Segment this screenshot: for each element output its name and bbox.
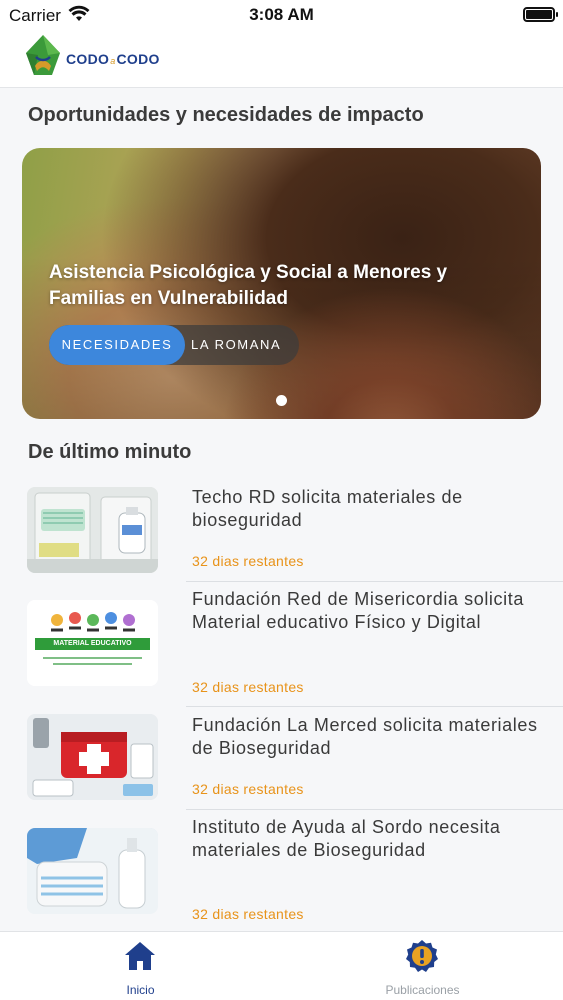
list-item[interactable]: Instituto de Ayuda al Sordo necesita mat… xyxy=(0,810,563,930)
list-item-title: Techo RD solicita materiales de biosegur… xyxy=(192,487,463,530)
list-item-deadline: 32 dias restantes xyxy=(192,781,304,797)
clock: 3:08 AM xyxy=(249,5,314,24)
alert-badge-icon xyxy=(406,940,438,972)
chip-location[interactable]: LA ROMANA xyxy=(191,325,281,365)
latest-title: De último minuto xyxy=(28,441,192,463)
list-item-title: Instituto de Ayuda al Sordo necesita mat… xyxy=(192,817,501,860)
list-item[interactable]: Fundación La Merced solicita materiales … xyxy=(0,707,563,810)
app-header: CODOaCODO xyxy=(0,30,563,88)
opportunity-carousel-card[interactable]: Asistencia Psicológica y Social a Menore… xyxy=(22,148,541,419)
tab-bar: Inicio Publicaciones xyxy=(0,931,563,1000)
tab-inicio[interactable]: Inicio xyxy=(0,932,281,1000)
list-item-deadline: 32 dias restantes xyxy=(192,553,304,569)
first-aid-kit-image xyxy=(27,714,158,800)
material-educativo-banner: MATERIAL EDUCATIVO xyxy=(53,640,132,647)
list-item-title: Fundación Red de Misericordia solicita M… xyxy=(192,589,524,632)
list-item[interactable]: MATERIAL EDUCATIVO Fundación Red de Mise… xyxy=(0,582,563,707)
tab-publicaciones[interactable]: Publicaciones xyxy=(282,932,563,1000)
list-item-deadline: 32 dias restantes xyxy=(192,679,304,695)
logo-word-left: CODO xyxy=(66,51,110,67)
logo-word-mid: a xyxy=(110,56,116,66)
tab-publicaciones-label: Publicaciones xyxy=(385,983,460,997)
tab-inicio-label: Inicio xyxy=(126,983,155,997)
carousel-chip-group: NECESIDADES LA ROMANA xyxy=(49,325,299,365)
material-educativo-image: MATERIAL EDUCATIVO xyxy=(27,600,158,686)
chip-type[interactable]: NECESIDADES xyxy=(49,325,185,365)
list-item-title: Fundación La Merced solicita materiales … xyxy=(192,715,538,758)
carousel-card-title: Asistencia Psicológica y Social a Menore… xyxy=(49,262,448,309)
list-item-deadline: 32 dias restantes xyxy=(192,906,304,922)
logo-wordmark: CODOaCODO xyxy=(66,51,160,67)
bioseguridad-kit-image xyxy=(27,487,158,573)
logo-word-right: CODO xyxy=(116,51,160,67)
home-icon xyxy=(125,942,155,970)
status-bar: Carrier 3:08 AM xyxy=(0,0,563,30)
opportunities-title: Oportunidades y necesidades de impacto xyxy=(28,104,424,126)
carousel-page-dot[interactable] xyxy=(276,395,287,406)
battery-icon xyxy=(523,7,558,22)
masks-gloves-image xyxy=(27,828,158,914)
codo-a-codo-logo[interactable] xyxy=(22,33,64,77)
list-item[interactable]: Techo RD solicita materiales de biosegur… xyxy=(0,485,563,582)
